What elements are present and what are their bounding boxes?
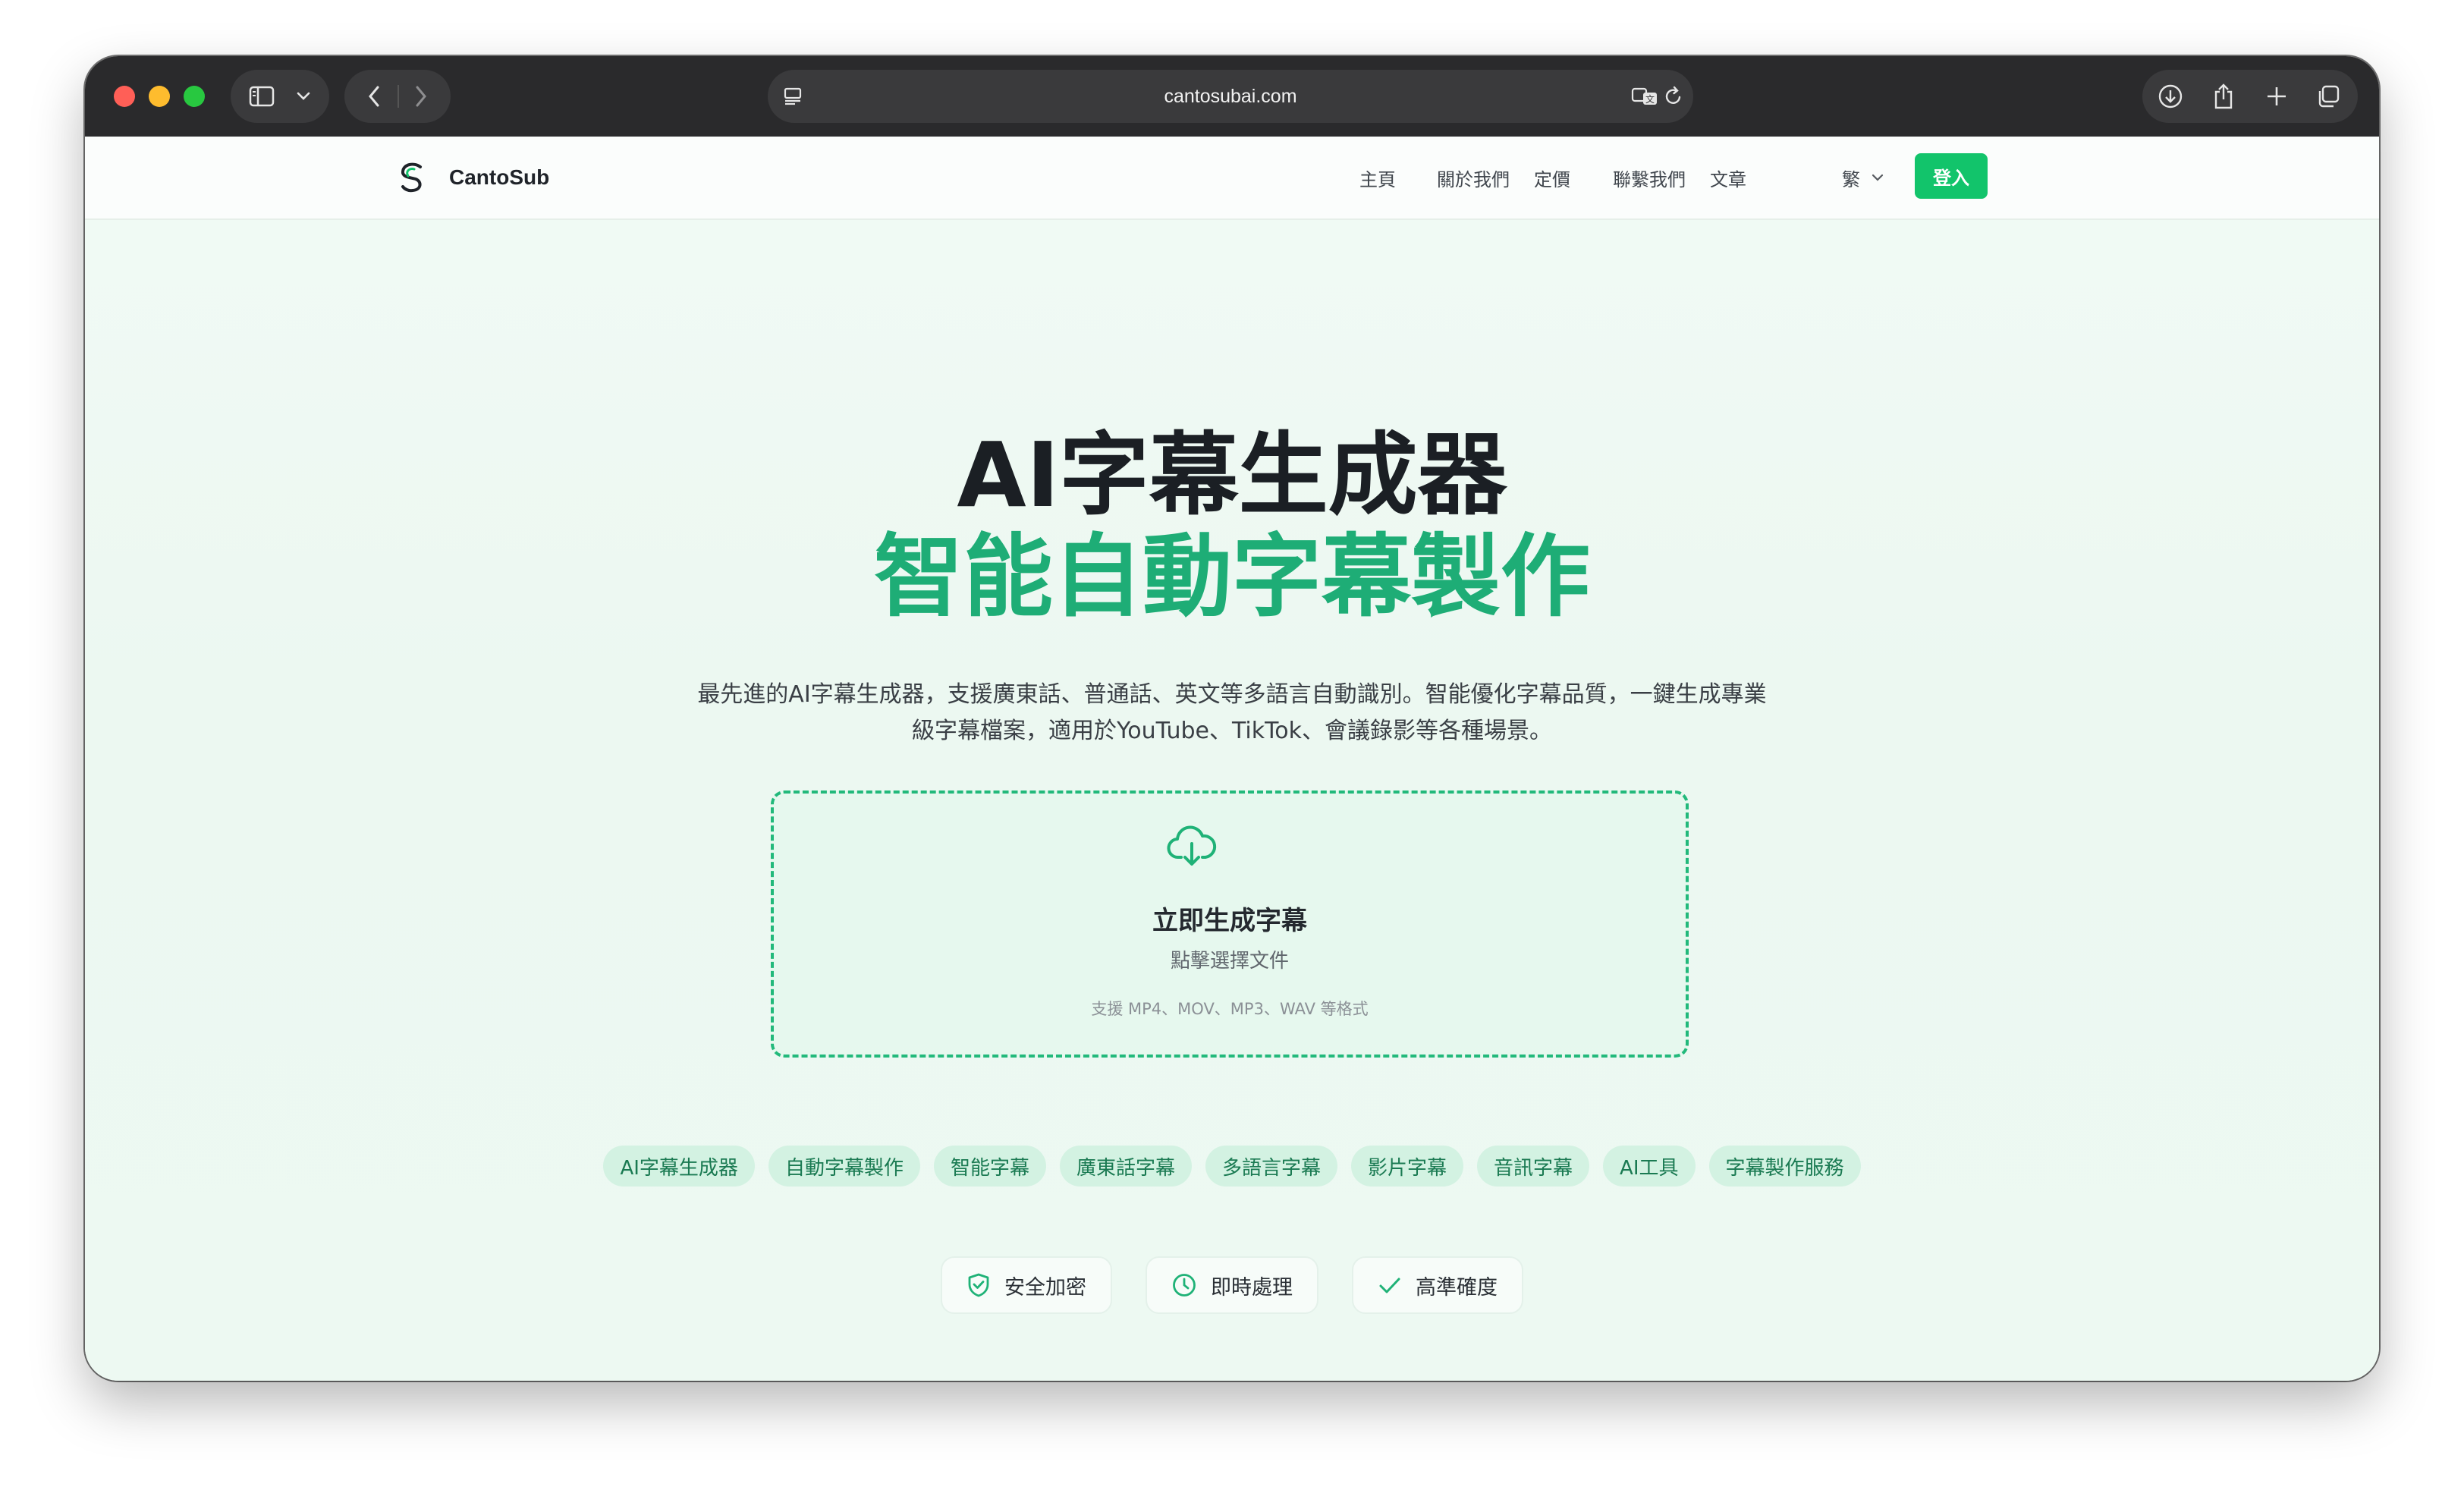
keyword-tag: 自動字幕製作 xyxy=(768,1146,920,1187)
language-switcher[interactable]: 繁 xyxy=(1842,137,1884,218)
upload-formats: 支援 MP4、MOV、MP3、WAV 等格式 xyxy=(1091,1000,1369,1018)
keyword-tag: 影片字幕 xyxy=(1351,1146,1464,1187)
toolbar-actions-group xyxy=(2142,70,2358,123)
nav-item-articles[interactable]: 文章 xyxy=(1710,165,1746,191)
maximize-window-button[interactable] xyxy=(184,86,205,107)
translate-icon[interactable]: 文 xyxy=(1630,70,1660,123)
keyword-tags: AI字幕生成器 自動字幕製作 智能字幕 廣東話字幕 多語言字幕 影片字幕 音訊字… xyxy=(85,1146,2379,1187)
browser-toolbar: cantosubai.com 文 xyxy=(85,56,2379,137)
feature-label: 安全加密 xyxy=(1004,1275,1086,1300)
history-nav-group xyxy=(344,70,451,123)
upload-dropzone[interactable]: 立即生成字幕 點擊選擇文件 支援 MP4、MOV、MP3、WAV 等格式 xyxy=(771,791,1689,1058)
feature-badge-security: 安全加密 xyxy=(941,1256,1112,1314)
web-page: CantoSub 主頁 關於我們 定價 聯繫我們 文章 繁 登入 AI字幕生成器… xyxy=(85,137,2379,1381)
tab-overview-icon[interactable] xyxy=(2308,70,2349,123)
minimize-window-button[interactable] xyxy=(149,86,170,107)
close-window-button[interactable] xyxy=(114,86,135,107)
nav-item-contact[interactable]: 聯繫我們 xyxy=(1613,165,1686,191)
keyword-tag: AI字幕生成器 xyxy=(603,1146,755,1187)
upload-subtitle: 點擊選擇文件 xyxy=(1170,950,1289,973)
cloud-download-icon xyxy=(1166,824,1218,872)
keyword-tag: 字幕製作服務 xyxy=(1708,1146,1861,1187)
url-text: cantosubai.com xyxy=(1164,85,1297,107)
feature-badge-speed: 即時處理 xyxy=(1146,1256,1318,1314)
share-icon[interactable] xyxy=(2203,70,2244,123)
keyword-tag: 智能字幕 xyxy=(933,1146,1046,1187)
svg-text:文: 文 xyxy=(1645,93,1655,105)
keyword-tag: 多語言字幕 xyxy=(1205,1146,1337,1187)
shield-icon xyxy=(968,1273,989,1297)
sidebar-toggle-group xyxy=(231,70,329,123)
nav-item-about[interactable]: 關於我們 xyxy=(1437,165,1510,191)
feature-label: 高準確度 xyxy=(1416,1275,1498,1300)
keyword-tag: 廣東話字幕 xyxy=(1059,1146,1192,1187)
address-bar[interactable]: cantosubai.com 文 xyxy=(768,70,1693,123)
hero-description: 最先進的AI字幕生成器，支援廣東話、普通話、英文等多語言自動識別。智能優化字幕品… xyxy=(616,677,1848,750)
nav-item-pricing[interactable]: 定價 xyxy=(1534,165,1570,191)
nav-item-home[interactable]: 主頁 xyxy=(1359,165,1396,191)
forward-icon[interactable] xyxy=(402,70,440,123)
hero-description-line: 級字幕檔案，適用於YouTube、TikTok、會議錄影等各種場景。 xyxy=(911,718,1553,744)
chevron-down-icon xyxy=(1872,174,1884,181)
keyword-tag: 音訊字幕 xyxy=(1477,1146,1590,1187)
feature-label: 即時處理 xyxy=(1211,1275,1293,1300)
reload-icon[interactable] xyxy=(1658,70,1689,123)
download-icon[interactable] xyxy=(2150,70,2191,123)
clock-icon xyxy=(1173,1274,1196,1297)
language-label: 繁 xyxy=(1842,168,1860,190)
chevron-down-icon[interactable] xyxy=(288,70,319,123)
login-button[interactable]: 登入 xyxy=(1915,153,1988,199)
hero-description-line: 最先進的AI字幕生成器，支援廣東話、普通話、英文等多語言自動識別。智能優化字幕品… xyxy=(697,681,1767,708)
site-header: CantoSub 主頁 關於我們 定價 聯繫我們 文章 繁 登入 xyxy=(85,137,2379,220)
sidebar-icon[interactable] xyxy=(243,70,281,123)
browser-window: cantosubai.com 文 CantoSub 主頁 關於我們 定價 聯繫我… xyxy=(85,56,2379,1381)
new-tab-icon[interactable] xyxy=(2256,70,2297,123)
back-icon[interactable] xyxy=(355,70,393,123)
upload-title: 立即生成字幕 xyxy=(1152,906,1307,936)
keyword-tag: AI工具 xyxy=(1603,1146,1696,1187)
main-nav: 主頁 關於我們 定價 聯繫我們 文章 xyxy=(85,137,2379,218)
feature-badge-accuracy: 高準確度 xyxy=(1352,1256,1523,1314)
feature-badges: 安全加密 即時處理 高準確度 xyxy=(85,1256,2379,1314)
hero-subtitle: 智能自動字幕製作 xyxy=(873,524,1590,629)
check-icon xyxy=(1379,1278,1400,1293)
